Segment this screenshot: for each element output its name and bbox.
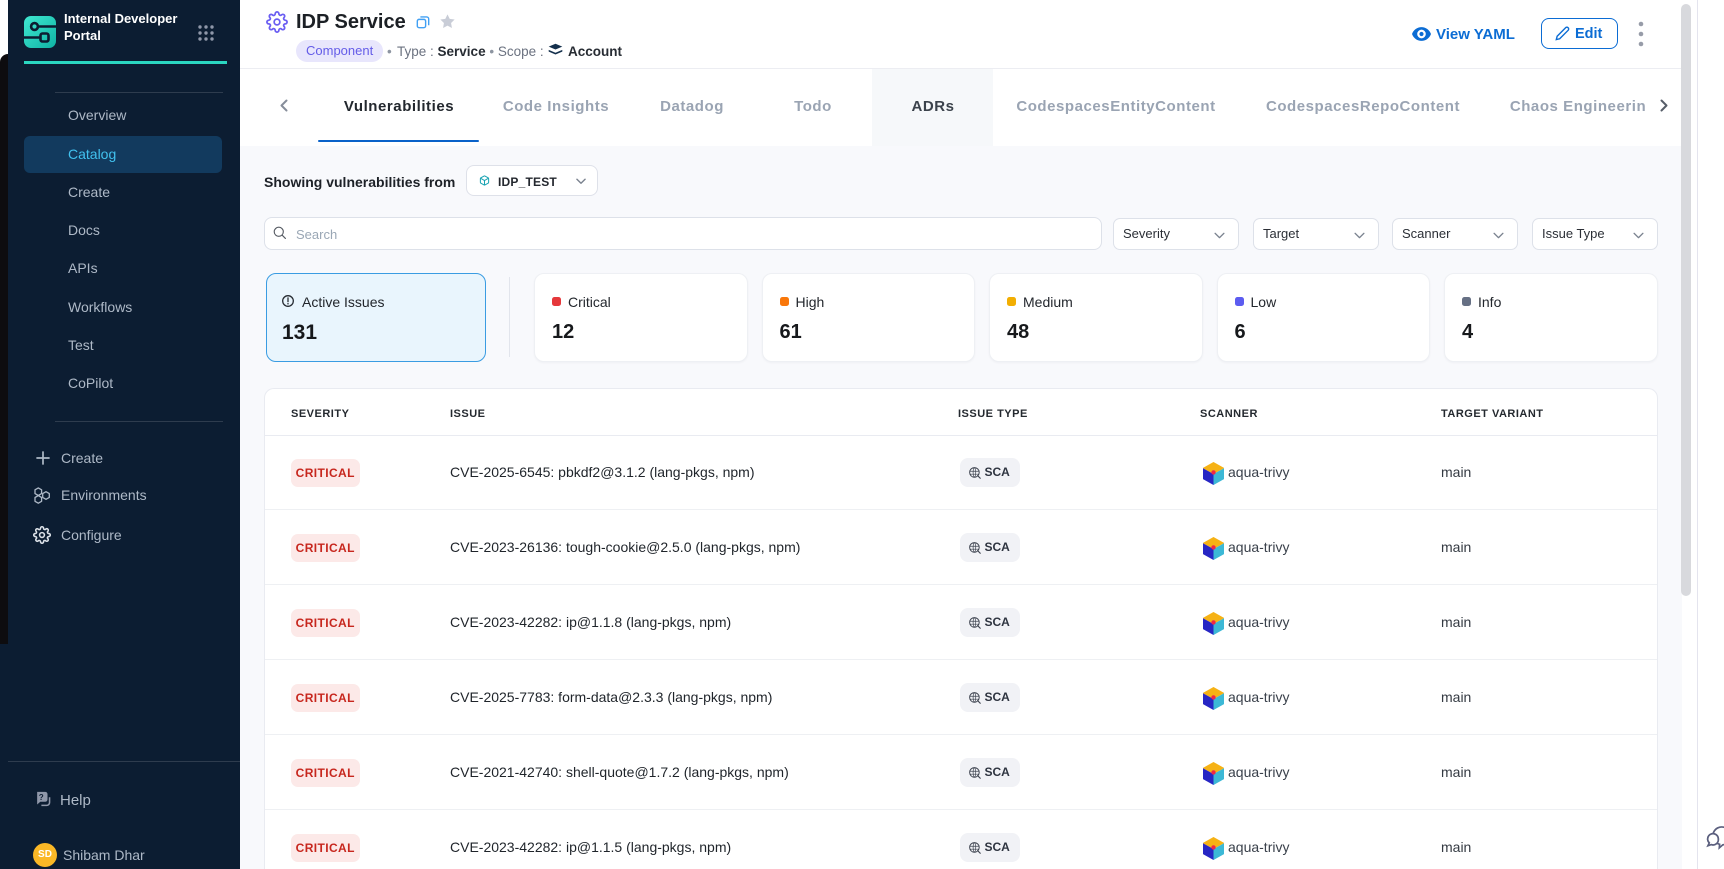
- svg-text:?: ?: [39, 793, 44, 802]
